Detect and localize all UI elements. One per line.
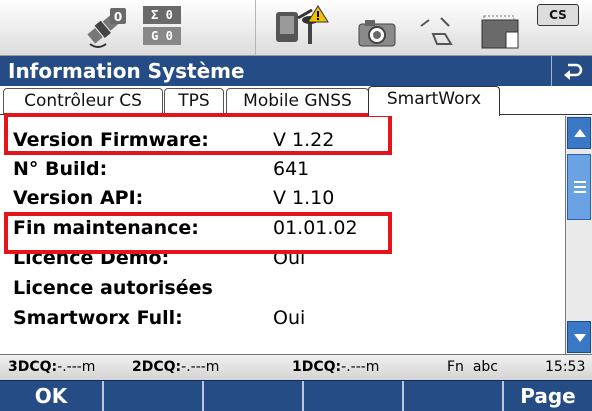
api-value: V 1.10 bbox=[273, 187, 335, 209]
tab-controleur-cs[interactable]: Contrôleur CS bbox=[3, 88, 163, 115]
softkey-f4[interactable] bbox=[304, 381, 404, 411]
tab-smartworx[interactable]: SmartWorx bbox=[368, 86, 500, 116]
arrow-up-icon bbox=[574, 129, 586, 137]
input-mode: Fn abc bbox=[447, 359, 498, 375]
cs-badge[interactable]: CS bbox=[537, 4, 579, 26]
position-counter[interactable]: Σ 0 G 0 bbox=[143, 6, 203, 46]
list-item-build: N° Build: 641 bbox=[0, 155, 564, 184]
list-item-smartworx-full: Smartworx Full: Oui bbox=[0, 304, 564, 333]
softkey-f2[interactable] bbox=[104, 381, 204, 411]
softkey-bar: OK Page bbox=[0, 380, 592, 411]
arrow-down-icon bbox=[574, 334, 586, 342]
status-bar: 0 Σ 0 G 0 CS bbox=[0, 0, 592, 56]
clock: 15:53 bbox=[545, 359, 586, 375]
back-button[interactable] bbox=[551, 56, 592, 86]
list-item-api: Version API: V 1.10 bbox=[0, 184, 564, 213]
list-item-licences-header: Licence autorisées bbox=[0, 274, 564, 303]
camera-icon[interactable] bbox=[355, 12, 401, 50]
position-counter-total: Σ 0 bbox=[143, 6, 181, 24]
page-button[interactable]: Page bbox=[504, 381, 592, 411]
softkey-f5[interactable] bbox=[404, 381, 504, 411]
smartworx-full-label: Smartworx Full: bbox=[13, 307, 183, 329]
back-arrow-icon bbox=[564, 63, 583, 80]
cq-2d: 2DCQ:-.---m bbox=[132, 359, 220, 375]
scrollbar[interactable] bbox=[565, 116, 592, 354]
grip-line bbox=[574, 191, 586, 193]
ok-button[interactable]: OK bbox=[0, 381, 104, 411]
build-label: N° Build: bbox=[13, 158, 108, 180]
grip-line bbox=[574, 186, 586, 188]
softkey-f3[interactable] bbox=[204, 381, 304, 411]
cq-3d: 3DCQ:-.---m bbox=[8, 359, 96, 375]
licences-header-label: Licence autorisées bbox=[13, 277, 213, 299]
highlight-box-firmware bbox=[4, 113, 392, 155]
scroll-up-button[interactable] bbox=[567, 117, 591, 149]
scroll-down-button[interactable] bbox=[567, 321, 591, 353]
highlight-box-maintenance bbox=[4, 212, 392, 254]
tab-bar: Contrôleur CS TPS Mobile GNSS SmartWorx bbox=[0, 86, 592, 116]
quality-status-bar: 3DCQ:-.---m 2DCQ:-.---m 1DCQ:-.---m Fn a… bbox=[0, 354, 592, 380]
sat-count-text: 0 bbox=[114, 10, 122, 24]
line-tool-icon[interactable] bbox=[415, 12, 461, 50]
page-title: Information Système bbox=[8, 59, 245, 83]
tab-mobile-gnss[interactable]: Mobile GNSS bbox=[226, 88, 369, 115]
smartworx-full-value: Oui bbox=[273, 307, 306, 329]
tab-tps[interactable]: TPS bbox=[164, 88, 224, 115]
title-bar: Information Système bbox=[0, 56, 592, 86]
grip-line bbox=[574, 181, 586, 183]
position-counter-gnss: G 0 bbox=[143, 27, 181, 45]
api-label: Version API: bbox=[13, 187, 144, 209]
battery-icon[interactable] bbox=[478, 10, 524, 50]
gnss-instrument-icon[interactable] bbox=[268, 4, 338, 50]
status-divider bbox=[255, 0, 256, 55]
satellite-icon[interactable]: 0 bbox=[82, 6, 132, 50]
build-value: 641 bbox=[273, 158, 310, 180]
cq-1d: 1DCQ:-.---m bbox=[292, 359, 380, 375]
scroll-thumb[interactable] bbox=[567, 154, 591, 220]
